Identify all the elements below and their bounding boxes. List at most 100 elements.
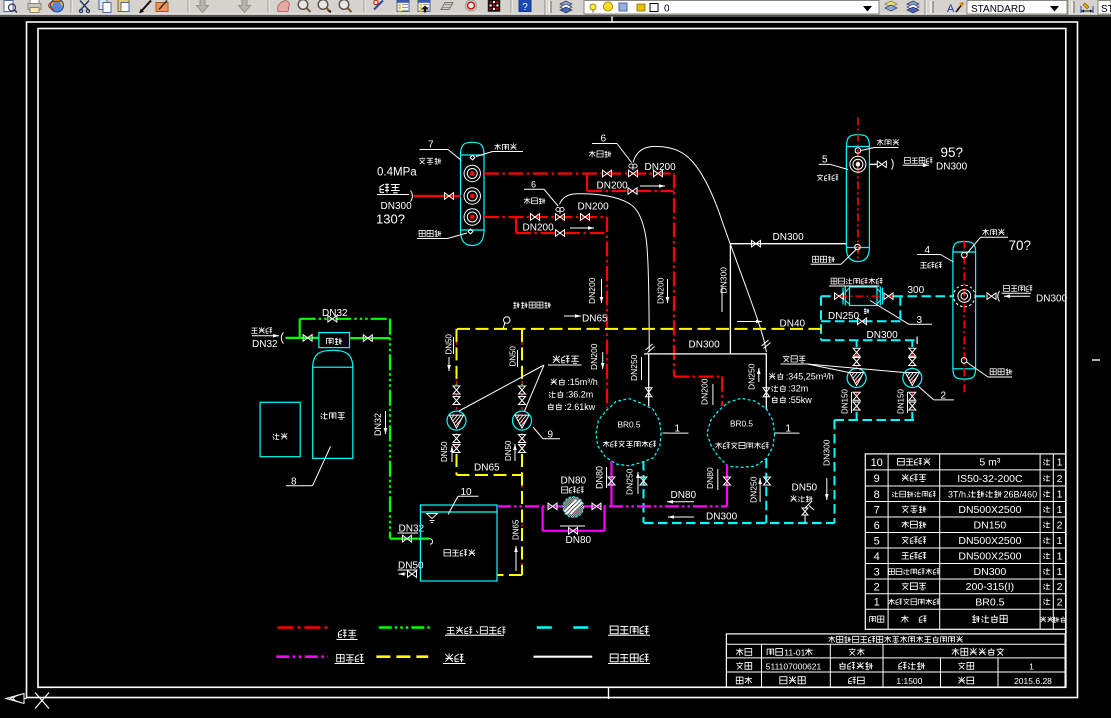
svg-text:1: 1 bbox=[1057, 457, 1063, 469]
svg-text:DN500X2500: DN500X2500 bbox=[958, 551, 1021, 563]
svg-text:DN250: DN250 bbox=[749, 476, 759, 503]
svg-text:1:1500: 1:1500 bbox=[896, 676, 922, 686]
svg-text:70?: 70? bbox=[1009, 238, 1032, 253]
svg-text:DN50: DN50 bbox=[504, 440, 513, 461]
svg-text:DN200: DN200 bbox=[597, 181, 629, 192]
svg-text:4: 4 bbox=[874, 551, 880, 563]
svg-text:DN50: DN50 bbox=[792, 483, 818, 494]
svg-text:5 m³: 5 m³ bbox=[979, 457, 1001, 469]
svg-text:DN200: DN200 bbox=[589, 343, 599, 370]
svg-text:DN200: DN200 bbox=[656, 277, 666, 304]
svg-text:ST: ST bbox=[1101, 4, 1111, 15]
svg-text:DN150: DN150 bbox=[841, 389, 850, 414]
svg-text:BR0.5: BR0.5 bbox=[617, 420, 640, 430]
svg-text:DN200: DN200 bbox=[578, 202, 610, 213]
svg-text:1: 1 bbox=[1029, 661, 1034, 671]
svg-text:DN32: DN32 bbox=[373, 413, 383, 436]
svg-text:511107000621: 511107000621 bbox=[766, 661, 822, 671]
svg-text:?: ? bbox=[522, 2, 528, 13]
svg-text:STANDARD: STANDARD bbox=[971, 4, 1025, 15]
svg-text:26B/460: 26B/460 bbox=[1004, 489, 1038, 499]
svg-text:DN80: DN80 bbox=[561, 476, 587, 487]
svg-text:DN32: DN32 bbox=[322, 308, 348, 319]
svg-text:DN80: DN80 bbox=[595, 466, 605, 489]
svg-text:6: 6 bbox=[874, 520, 880, 532]
svg-text:10: 10 bbox=[871, 457, 883, 469]
svg-text:DN250: DN250 bbox=[828, 311, 860, 322]
svg-text:DN300: DN300 bbox=[719, 267, 729, 294]
svg-text:DN500X2500: DN500X2500 bbox=[958, 504, 1021, 516]
svg-text:1: 1 bbox=[1057, 535, 1063, 547]
svg-text:7: 7 bbox=[874, 504, 880, 516]
svg-text:1: 1 bbox=[1057, 551, 1063, 563]
svg-text:DN300: DN300 bbox=[936, 162, 968, 173]
svg-text:DN80: DN80 bbox=[566, 535, 592, 546]
svg-text:DN150: DN150 bbox=[897, 389, 906, 414]
svg-text:6: 6 bbox=[531, 180, 536, 190]
svg-text:2015.6.28: 2015.6.28 bbox=[1014, 676, 1052, 686]
svg-text:DN50: DN50 bbox=[440, 441, 449, 462]
svg-text::2.61kw: :2.61kw bbox=[564, 402, 596, 412]
svg-text:DN65: DN65 bbox=[474, 463, 500, 474]
svg-text:DN50: DN50 bbox=[509, 345, 518, 366]
svg-text:5: 5 bbox=[874, 535, 880, 547]
svg-text:9: 9 bbox=[548, 429, 554, 440]
svg-text:130?: 130? bbox=[376, 212, 405, 227]
svg-text::32m: :32m bbox=[788, 384, 808, 394]
svg-text:2: 2 bbox=[1057, 520, 1063, 532]
svg-text:DN300: DN300 bbox=[381, 201, 413, 212]
svg-text:1: 1 bbox=[874, 596, 880, 608]
svg-text:95?: 95? bbox=[941, 145, 964, 160]
svg-text:DN250: DN250 bbox=[625, 468, 635, 495]
svg-text:DN50: DN50 bbox=[445, 333, 454, 354]
svg-text:1: 1 bbox=[675, 424, 681, 435]
svg-text:DN200: DN200 bbox=[645, 162, 677, 173]
svg-text:BR0.5: BR0.5 bbox=[730, 419, 753, 429]
svg-text::36.2m: :36.2m bbox=[566, 390, 594, 400]
svg-text:3: 3 bbox=[917, 315, 923, 326]
svg-text::55kw: :55kw bbox=[788, 395, 812, 405]
svg-text:DN300: DN300 bbox=[867, 330, 899, 341]
svg-text:DN300: DN300 bbox=[773, 232, 805, 243]
svg-text:DN300: DN300 bbox=[1036, 294, 1068, 305]
svg-text:DN65: DN65 bbox=[512, 519, 521, 540]
svg-text:0: 0 bbox=[664, 4, 670, 15]
svg-text:DN150: DN150 bbox=[974, 520, 1007, 532]
svg-text:300: 300 bbox=[908, 285, 925, 296]
svg-text:DN250: DN250 bbox=[629, 354, 639, 381]
svg-text:2: 2 bbox=[1057, 581, 1063, 593]
svg-text:A: A bbox=[947, 3, 955, 15]
svg-text:DN65: DN65 bbox=[582, 314, 608, 325]
svg-text:IS50-32-200C: IS50-32-200C bbox=[957, 473, 1023, 485]
svg-text:9: 9 bbox=[874, 473, 880, 485]
svg-text:0.4MPa: 0.4MPa bbox=[377, 167, 417, 179]
svg-text:1: 1 bbox=[1057, 566, 1063, 578]
svg-text:DN300: DN300 bbox=[822, 439, 832, 466]
svg-text:1: 1 bbox=[1057, 504, 1063, 516]
svg-text:BR0.5: BR0.5 bbox=[975, 596, 1004, 608]
svg-text:DN300: DN300 bbox=[706, 512, 738, 523]
svg-text:8: 8 bbox=[874, 489, 880, 501]
svg-text:3: 3 bbox=[874, 566, 880, 578]
svg-text:DN250: DN250 bbox=[747, 363, 757, 390]
svg-text:200-315(I): 200-315(I) bbox=[966, 581, 1014, 593]
svg-text:1: 1 bbox=[1057, 489, 1063, 501]
svg-text:7: 7 bbox=[428, 140, 434, 151]
svg-text:2: 2 bbox=[941, 391, 947, 402]
svg-text:2: 2 bbox=[1057, 596, 1063, 608]
svg-text:6: 6 bbox=[601, 134, 607, 145]
svg-text:DN200: DN200 bbox=[700, 378, 710, 405]
svg-text:DN500X2500: DN500X2500 bbox=[958, 535, 1021, 547]
svg-text:DN200: DN200 bbox=[523, 223, 555, 234]
svg-text::345,25m³/h: :345,25m³/h bbox=[786, 372, 834, 382]
svg-text:DN32: DN32 bbox=[252, 339, 278, 350]
svg-text:3T/h.: 3T/h. bbox=[948, 489, 969, 499]
svg-text:DN80: DN80 bbox=[671, 490, 697, 501]
svg-text:DN300: DN300 bbox=[689, 340, 721, 351]
svg-text:2: 2 bbox=[1057, 473, 1063, 485]
svg-text::15m³/h: :15m³/h bbox=[567, 377, 598, 387]
svg-text:1: 1 bbox=[786, 424, 792, 435]
svg-text:DN80: DN80 bbox=[705, 467, 715, 489]
svg-text:DN200: DN200 bbox=[587, 277, 597, 304]
svg-text:2: 2 bbox=[874, 581, 880, 593]
